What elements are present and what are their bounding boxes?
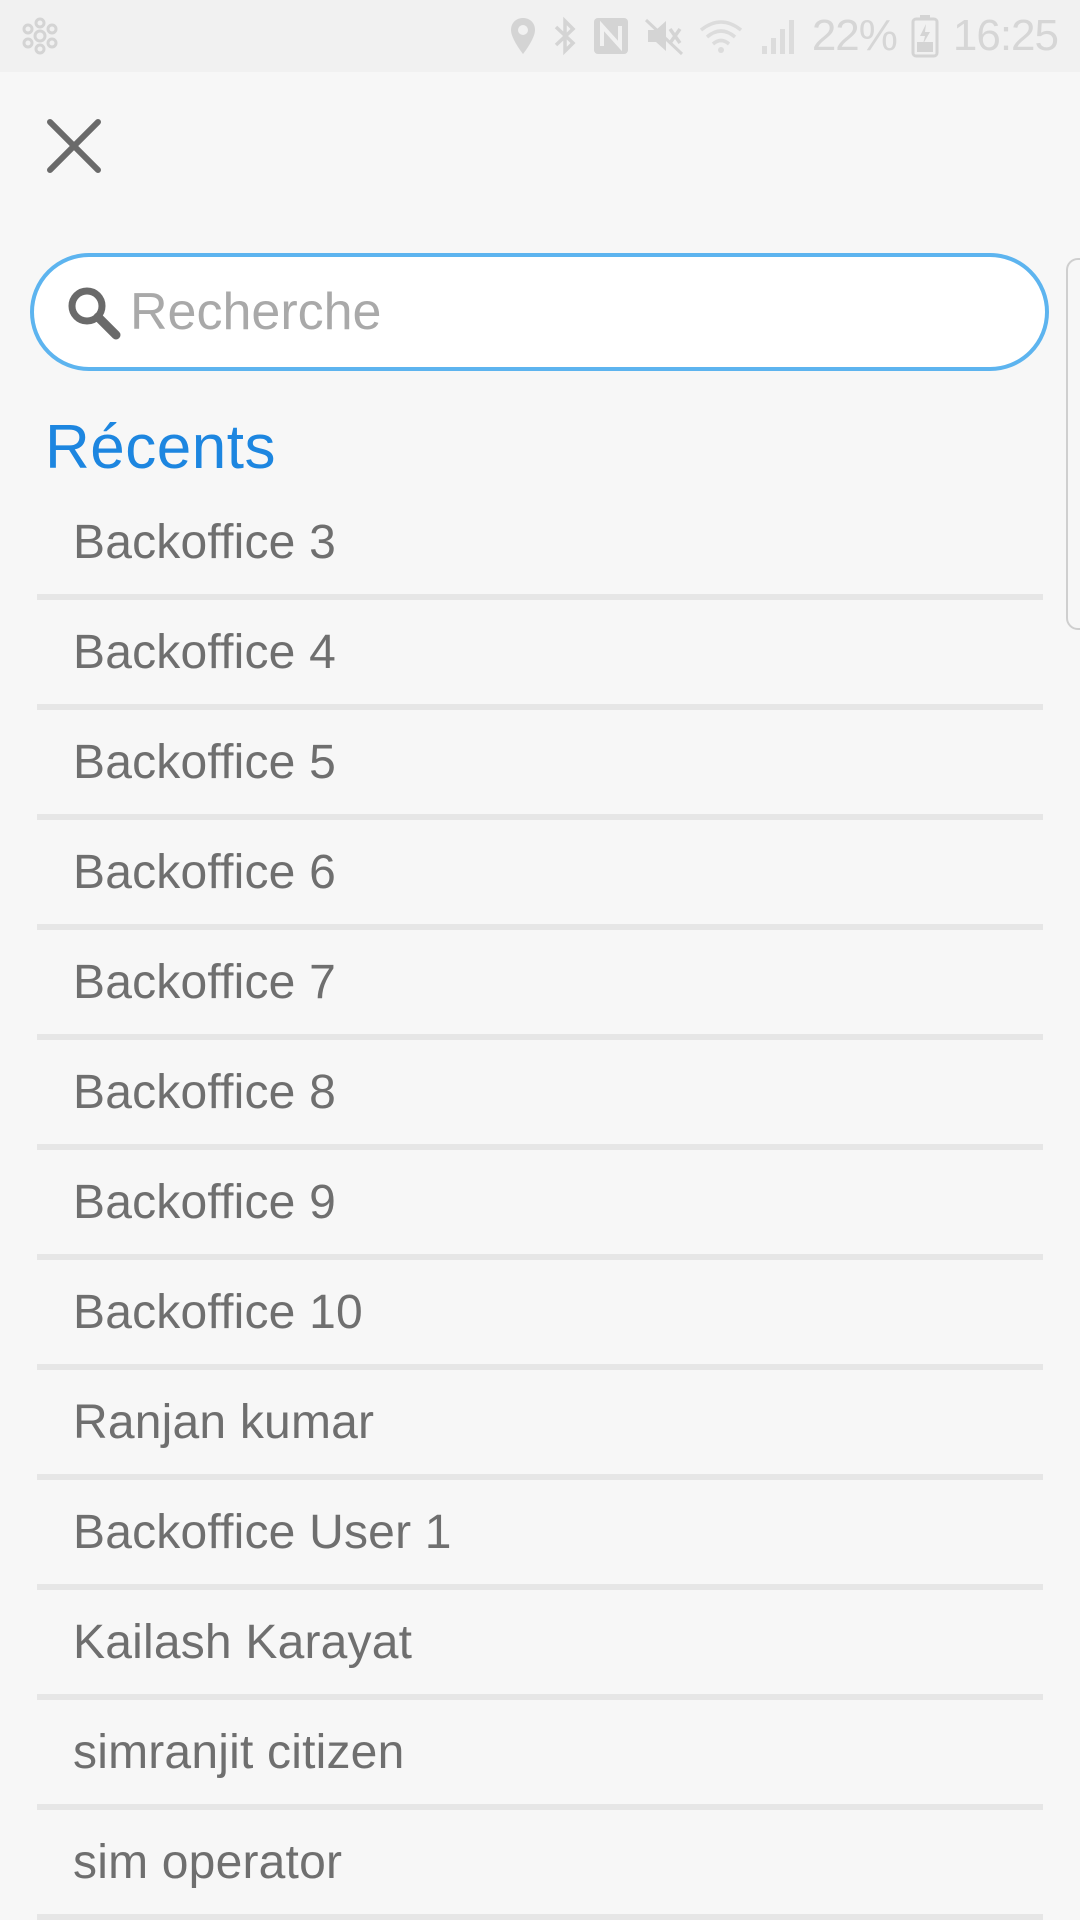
list-item-label: Backoffice 8 xyxy=(73,1065,337,1119)
wifi-icon xyxy=(698,16,744,56)
nfc-icon xyxy=(592,16,630,56)
status-icons: 22% 16:25 xyxy=(508,10,1059,62)
list-item-label: Backoffice 6 xyxy=(73,845,337,899)
list-item[interactable]: Backoffice 9 xyxy=(37,1150,1043,1260)
list-item[interactable]: Backoffice User 1 xyxy=(37,1480,1043,1590)
mute-icon xyxy=(644,16,684,56)
list-item-label: Kailash Karayat xyxy=(73,1615,413,1669)
clock: 16:25 xyxy=(952,11,1059,60)
list-item[interactable]: Backoffice 7 xyxy=(37,930,1043,1040)
status-bar: 22% 16:25 xyxy=(0,0,1080,72)
list-item[interactable]: Backoffice 10 xyxy=(37,1260,1043,1370)
battery-percent: 22% xyxy=(811,11,898,60)
list-item-label: Backoffice 4 xyxy=(73,625,337,679)
list-item[interactable]: sim operator xyxy=(37,1810,1043,1920)
battery-icon xyxy=(911,14,939,58)
list-item[interactable]: Backoffice 8 xyxy=(37,1040,1043,1150)
list-item-label: Backoffice User 1 xyxy=(73,1505,452,1559)
search-bar[interactable] xyxy=(30,253,1049,371)
recents-title: Récents xyxy=(45,413,276,482)
list-item-label: sim operator xyxy=(73,1835,343,1889)
app-notification-icon xyxy=(20,14,60,58)
list-item-label: Backoffice 10 xyxy=(73,1285,363,1339)
close-button[interactable] xyxy=(34,108,114,188)
list-item-label: Backoffice 5 xyxy=(73,735,337,789)
list-item[interactable]: Backoffice 3 xyxy=(37,490,1043,600)
list-item[interactable]: Kailash Karayat xyxy=(37,1590,1043,1700)
list-item-label: Backoffice 3 xyxy=(73,515,337,569)
list-item[interactable]: Ranjan kumar xyxy=(37,1370,1043,1480)
location-icon xyxy=(508,16,538,56)
search-input[interactable] xyxy=(128,271,1008,353)
list-item[interactable]: Backoffice 5 xyxy=(37,710,1043,820)
recents-list: Backoffice 3 Backoffice 4 Backoffice 5 B… xyxy=(37,490,1043,1920)
list-item-label: Ranjan kumar xyxy=(73,1395,375,1449)
list-item-label: Backoffice 7 xyxy=(73,955,337,1009)
list-item[interactable]: Backoffice 6 xyxy=(37,820,1043,930)
bluetooth-icon xyxy=(552,16,578,56)
list-item-label: Backoffice 9 xyxy=(73,1175,337,1229)
side-panel-handle[interactable] xyxy=(1066,258,1080,630)
list-item[interactable]: simranjit citizen xyxy=(37,1700,1043,1810)
list-item[interactable]: Backoffice 4 xyxy=(37,600,1043,710)
list-item-label: simranjit citizen xyxy=(73,1725,405,1779)
close-icon xyxy=(44,116,104,181)
search-icon xyxy=(66,285,122,341)
signal-icon xyxy=(758,16,798,56)
